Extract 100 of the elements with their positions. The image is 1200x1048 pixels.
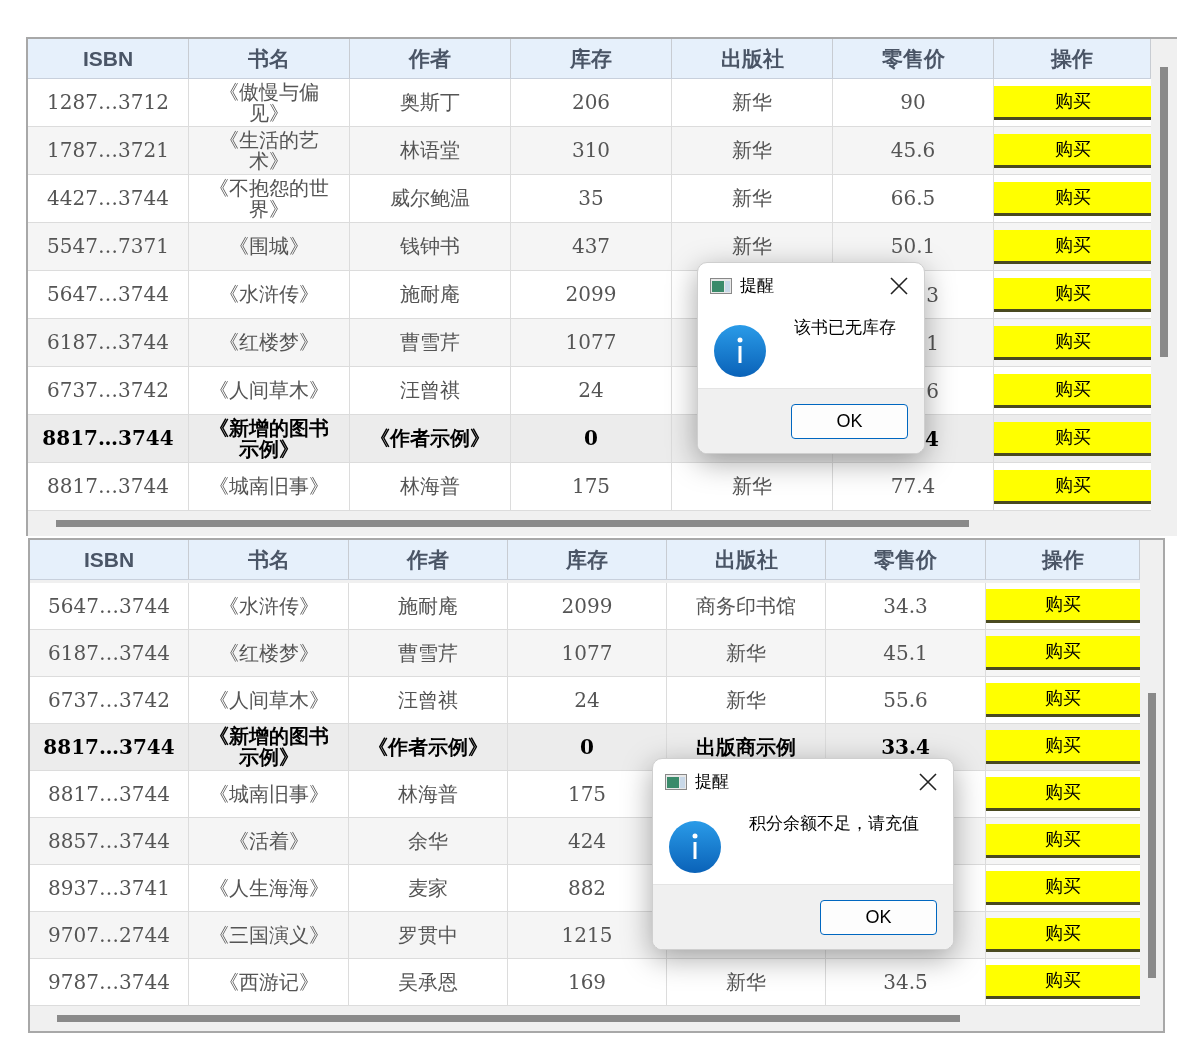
table-row[interactable]: 9787…3744 《西游记》 吴承恩 169 新华 34.5 购买 [30, 959, 1140, 1006]
buy-button[interactable]: 购买 [986, 777, 1140, 811]
dialog-message: 该书已无库存 [794, 317, 896, 339]
table-row[interactable]: 6737…3742 《人间草木》 汪曾祺 24 新华 55.6 购买 [30, 677, 1140, 724]
table-row[interactable]: 8817…3744 《新增的图书示例》 《作者示例》 0 出版商示例 33.4 购买 [30, 724, 1140, 771]
table-row[interactable]: 5547…7371 《围城》 钱钟书 437 新华 50.1 购买 [28, 223, 1151, 271]
buy-button[interactable]: 购买 [994, 181, 1151, 216]
table-row[interactable]: 4427…3744 《不抱怨的世界》 威尔鲍温 35 新华 66.5 购买 [28, 175, 1151, 223]
close-icon[interactable] [919, 773, 937, 791]
column-header[interactable]: 书名 [248, 42, 290, 75]
publisher-cell: 商务印书馆 [696, 595, 796, 617]
price-cell: 90 [900, 92, 926, 113]
buy-button[interactable]: 购买 [986, 730, 1140, 764]
column-header[interactable]: 库存 [566, 543, 608, 576]
author-cell: 汪曾祺 [398, 689, 458, 711]
isbn-cell: 8857…3744 [48, 830, 170, 852]
table-row[interactable]: 1287…3712 《傲慢与偏见》 奥斯丁 206 新华 90 购买 [28, 79, 1151, 127]
stock-cell: 0 [580, 736, 594, 758]
table-row[interactable]: 5647…3744 《水浒传》 施耐庵 2099 商务印书馆 34.3 购买 [30, 583, 1140, 630]
stock-cell: 882 [567, 877, 607, 899]
horizontal-scrollbar[interactable] [56, 520, 969, 527]
buy-button[interactable]: 购买 [986, 824, 1140, 858]
stock-cell: 24 [574, 689, 600, 711]
author-cell: 《作者示例》 [368, 736, 488, 758]
isbn-cell: 8937…3741 [48, 877, 170, 899]
buy-button[interactable]: 购买 [994, 373, 1151, 408]
stock-cell: 0 [584, 428, 598, 449]
title-cell: 《人间草木》 [209, 380, 329, 401]
stock-cell: 1077 [561, 642, 613, 664]
stock-cell: 2099 [561, 595, 613, 617]
ok-button[interactable]: OK [791, 403, 908, 439]
buy-button[interactable]: 购买 [986, 918, 1140, 952]
column-header[interactable]: 库存 [570, 42, 612, 75]
isbn-cell: 8817…3744 [42, 428, 174, 449]
buy-button[interactable]: 购买 [994, 421, 1151, 456]
column-header[interactable]: 书名 [247, 543, 290, 576]
price-cell-text: 4 [925, 425, 939, 453]
price-cell-text: 6 [926, 377, 939, 405]
vertical-scrollbar[interactable] [1147, 693, 1156, 978]
isbn-cell: 6737…3742 [48, 689, 170, 711]
author-cell: 《作者示例》 [370, 428, 490, 449]
vertical-scrollbar[interactable] [1160, 67, 1168, 357]
column-header[interactable]: 操作 [1051, 42, 1093, 75]
column-header[interactable]: 出版社 [720, 42, 784, 75]
author-cell: 曹雪芹 [400, 332, 460, 353]
buy-button[interactable]: 购买 [986, 636, 1140, 670]
close-icon[interactable] [890, 277, 908, 295]
buy-button[interactable]: 购买 [994, 133, 1151, 168]
stock-cell: 1215 [561, 924, 613, 946]
isbn-cell: 4427…3744 [47, 188, 169, 209]
column-header[interactable]: ISBN [82, 42, 134, 75]
isbn-cell: 9787…3744 [48, 971, 170, 993]
stock-cell: 310 [571, 140, 611, 161]
title-cell-text: 《新增的图书示例》 [208, 417, 330, 460]
table-row[interactable]: 1787…3721 《生活的艺术》 林语堂 310 新华 45.6 购买 [28, 127, 1151, 175]
horizontal-scrollbar[interactable] [57, 1015, 960, 1022]
ok-button[interactable]: OK [820, 899, 937, 935]
title-cell: 《围城》 [229, 236, 309, 257]
table-row[interactable]: 8817…3744 《城南旧事》 林海普 175 新华 77.4 购买 [28, 463, 1151, 511]
stock-cell: 206 [571, 92, 611, 113]
info-icon [714, 325, 766, 377]
stock-cell: 1077 [565, 332, 617, 353]
price-cell: 45.1 [883, 642, 928, 664]
buy-button[interactable]: 购买 [994, 469, 1151, 504]
column-header[interactable]: ISBN [83, 543, 135, 576]
title-cell-text: 《新增的图书示例》 [207, 726, 330, 768]
info-icon [669, 821, 721, 873]
isbn-cell: 1787…3721 [47, 140, 169, 161]
author-cell: 施耐庵 [398, 595, 458, 617]
table-row[interactable]: 6187…3744 《红楼梦》 曹雪芹 1077 新华 45.1 购买 [30, 630, 1140, 677]
title-cell: 《人生海海》 [208, 877, 329, 899]
publisher-cell: 出版商示例 [696, 736, 796, 758]
author-cell: 威尔鲍温 [390, 188, 470, 209]
buy-button[interactable]: 购买 [986, 589, 1140, 623]
price-cell: 66.5 [890, 188, 936, 209]
author-cell: 林海普 [400, 476, 460, 497]
stock-cell: 2099 [565, 284, 617, 305]
column-header[interactable]: 零售价 [881, 42, 945, 75]
author-cell: 汪曾祺 [400, 380, 460, 401]
price-cell: 34.3 [883, 595, 928, 617]
column-header[interactable]: 操作 [1041, 543, 1084, 576]
publisher-cell: 新华 [732, 140, 772, 161]
buy-button[interactable]: 购买 [994, 85, 1151, 120]
author-cell: 余华 [408, 830, 448, 852]
buy-button[interactable]: 购买 [994, 277, 1151, 312]
buy-button[interactable]: 购买 [986, 683, 1140, 717]
price-cell: 50.1 [890, 236, 936, 257]
price-cell: 33.4 [881, 736, 930, 758]
title-cell: 《水浒传》 [219, 284, 319, 305]
dialog-title: 提醒 [740, 275, 774, 298]
buy-button[interactable]: 购买 [986, 871, 1140, 905]
column-header[interactable]: 作者 [409, 42, 451, 75]
buy-button[interactable]: 购买 [994, 229, 1151, 264]
column-header[interactable]: 出版社 [714, 543, 778, 576]
column-header[interactable]: 零售价 [874, 543, 937, 576]
column-header[interactable]: 作者 [407, 543, 449, 576]
buy-button[interactable]: 购买 [986, 965, 1140, 999]
publisher-cell: 新华 [732, 92, 772, 113]
buy-button[interactable]: 购买 [994, 325, 1151, 360]
author-cell: 奥斯丁 [400, 92, 460, 113]
